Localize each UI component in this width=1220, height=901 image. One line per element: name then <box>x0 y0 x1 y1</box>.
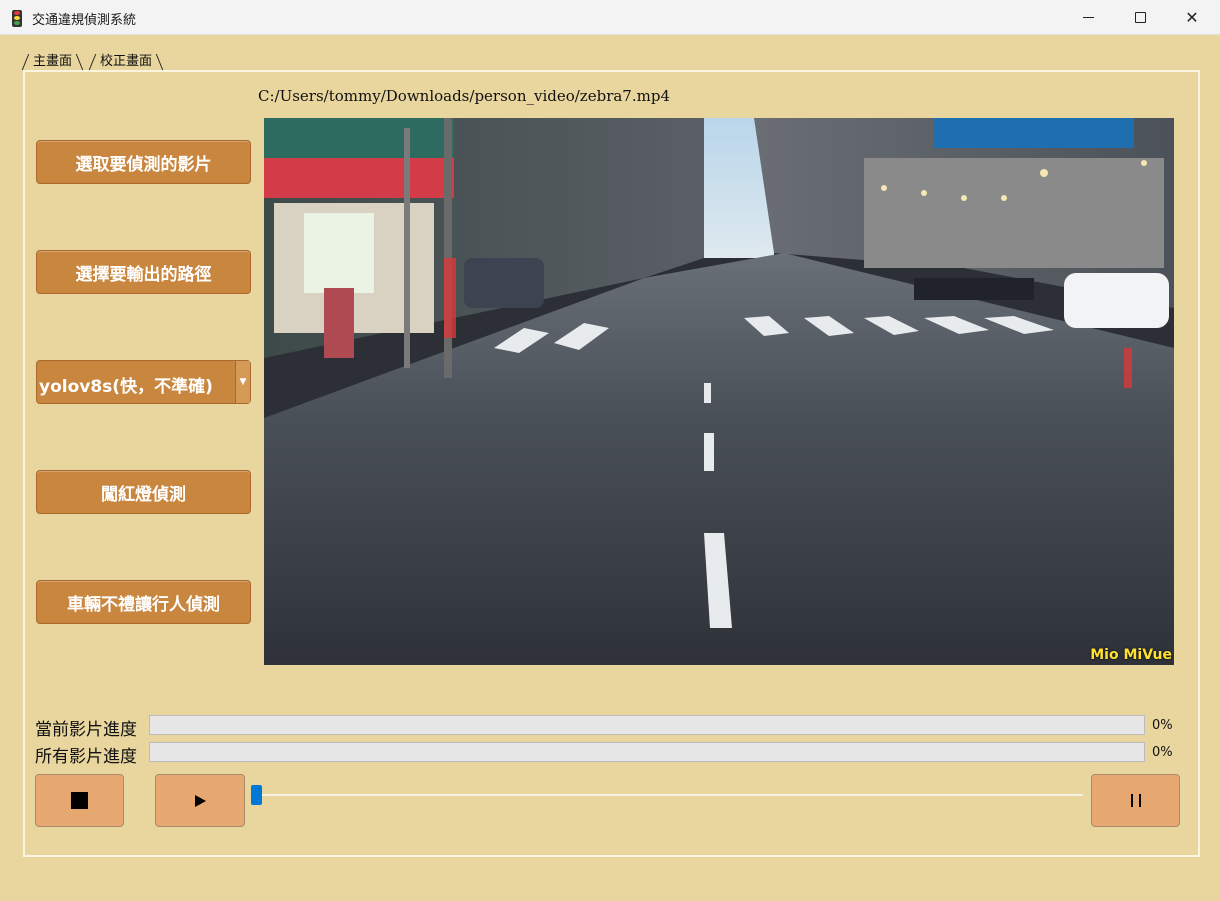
play-icon <box>194 794 206 807</box>
red-light-detect-button[interactable]: 闖紅燈偵測 <box>36 470 251 514</box>
minimize-button[interactable] <box>1062 0 1114 35</box>
all-progress-bar <box>149 742 1145 762</box>
video-watermark: Mio MiVue <box>1090 647 1172 663</box>
current-progress-bar <box>149 715 1145 735</box>
maximize-icon <box>1134 12 1146 23</box>
seek-slider-thumb[interactable] <box>251 785 262 805</box>
stop-button[interactable] <box>35 774 124 827</box>
play-button[interactable] <box>155 774 245 827</box>
tab-calibration[interactable]: 校正畫面 <box>90 54 162 70</box>
window-title: 交通違規偵測系統 <box>32 13 137 28</box>
tab-main[interactable]: 主畫面 <box>23 54 82 70</box>
minimize-icon <box>1082 17 1094 18</box>
stop-icon <box>71 792 88 809</box>
video-frame-image <box>264 118 1174 665</box>
tab-calibration-label: 校正畫面 <box>100 54 153 69</box>
file-path-label: C:/Users/tommy/Downloads/person_video/ze… <box>258 87 670 105</box>
seek-slider-track[interactable] <box>255 794 1083 796</box>
dropdown-arrow-icon[interactable]: ▼ <box>235 361 250 403</box>
current-progress-label: 當前影片進度 <box>35 720 137 740</box>
select-video-button[interactable]: 選取要偵測的影片 <box>36 140 251 184</box>
model-select[interactable]: yolov8s(快，不準確) ▼ <box>36 360 251 404</box>
select-output-button[interactable]: 選擇要輸出的路徑 <box>36 250 251 294</box>
title-bar: 交通違規偵測系統 ✕ <box>0 0 1220 35</box>
maximize-button[interactable] <box>1114 0 1166 35</box>
model-select-value: yolov8s(快，不準確) <box>39 377 213 397</box>
all-progress-label: 所有影片進度 <box>35 747 137 767</box>
pause-button[interactable] <box>1091 774 1180 827</box>
tab-main-label: 主畫面 <box>33 54 73 69</box>
traffic-light-icon <box>12 10 22 27</box>
all-progress-percent: 0% <box>1152 745 1173 760</box>
close-icon: ✕ <box>1185 8 1199 27</box>
close-button[interactable]: ✕ <box>1166 0 1218 35</box>
current-progress-percent: 0% <box>1152 718 1173 733</box>
pause-icon <box>1130 794 1141 807</box>
video-preview: Mio MiVue <box>264 118 1174 665</box>
pedestrian-yield-detect-button[interactable]: 車輛不禮讓行人偵測 <box>36 580 251 624</box>
